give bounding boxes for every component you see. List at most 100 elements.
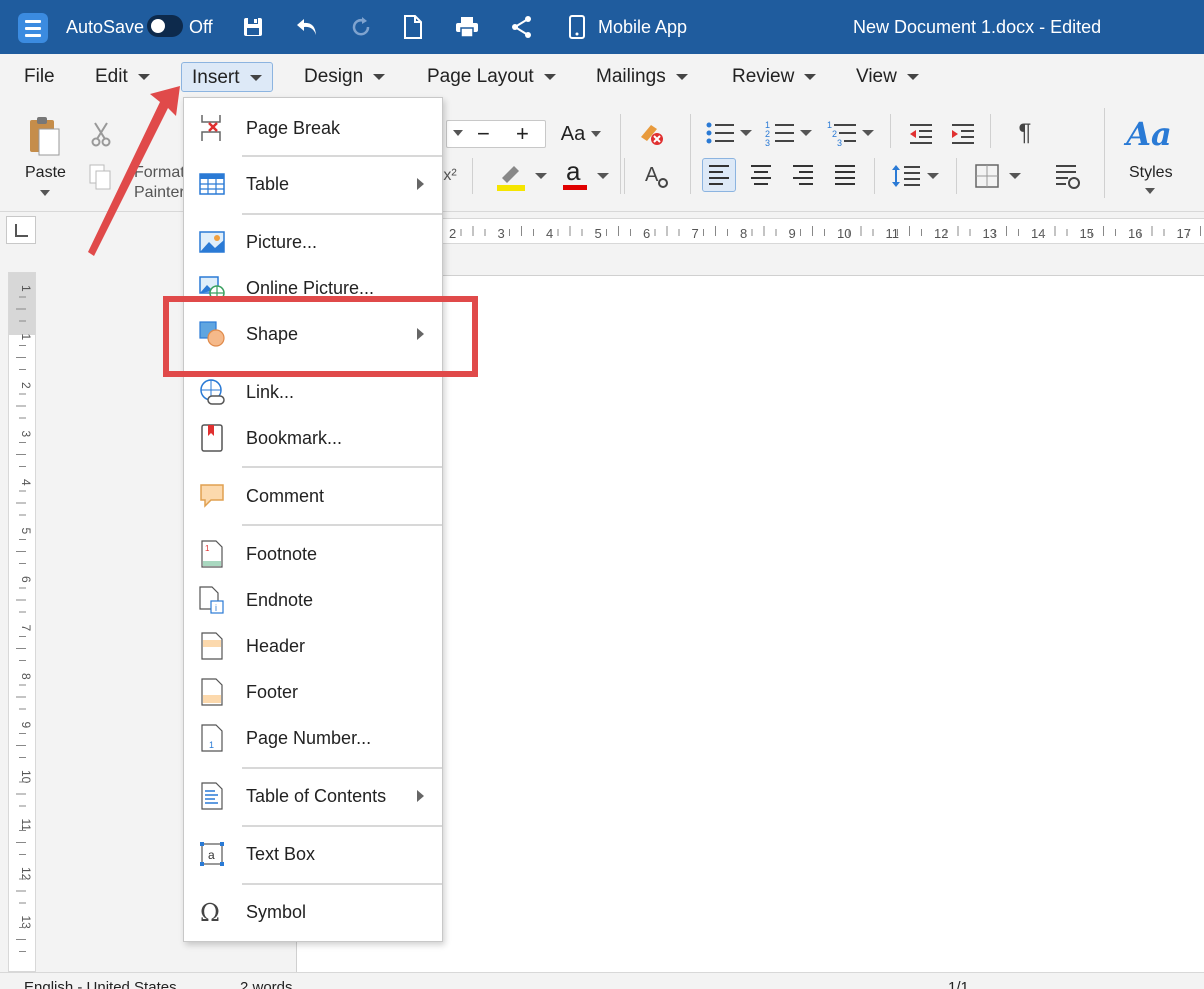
superscript-label: x² [443,167,457,184]
menu-item-bookmark[interactable]: Bookmark... [184,418,442,458]
menu-review-label: Review [732,66,795,87]
menu-item-link[interactable]: Link... [184,372,442,412]
chevron-down-icon [137,73,150,80]
menu-file-label: File [24,66,55,87]
increase-indent-icon[interactable] [948,120,978,148]
align-center-button[interactable] [746,158,776,192]
styles-label[interactable]: Styles [1129,164,1173,182]
menu-view[interactable]: View [846,62,929,92]
ruler-tick-label: 9 [789,226,796,241]
undo-icon[interactable] [294,14,320,40]
align-right-button[interactable] [788,158,818,192]
svg-text:1: 1 [209,740,214,750]
chevron-down-icon[interactable] [1143,186,1157,196]
increase-font-size-button[interactable]: + [516,121,529,147]
font-size-stepper[interactable]: − + [446,120,546,148]
paste-label[interactable]: Paste [25,164,66,182]
multilevel-list-button[interactable]: 123 [826,118,878,148]
new-document-icon[interactable] [400,14,426,40]
menu-item-picture[interactable]: Picture... [184,222,442,262]
link-icon [198,378,226,406]
horizontal-ruler[interactable]: 2 3 4 5 6 7 8 9 10 11 12 13 14 15 16 17 [440,218,1204,244]
menu-item-header[interactable]: Header [184,626,442,666]
mobile-app-icon[interactable] [564,14,590,40]
menu-design-label: Design [304,66,364,87]
change-case-button[interactable]: Aa [556,120,606,148]
menu-item-footnote[interactable]: 1 Footnote [184,534,442,574]
text-box-icon: a [198,840,226,868]
clear-formatting-icon[interactable] [636,118,668,148]
language-indicator[interactable]: English - United States [24,979,177,989]
ruler-tick-label: 2 [19,382,33,389]
ruler-tab-selector[interactable] [6,216,36,244]
ribbon-separator [624,158,625,194]
menu-item-label: Footnote [246,543,318,564]
decrease-indent-icon[interactable] [906,120,936,148]
app-menu-button[interactable] [18,13,48,43]
vertical-ruler[interactable]: 1 1 2 3 4 5 6 7 8 9 10 11 12 13 [8,272,36,972]
page-number-icon: 1 [198,724,226,752]
page-indicator: 1/1 [948,979,969,989]
menu-item-table[interactable]: Table [184,164,442,204]
save-icon[interactable] [240,14,266,40]
ruler-tick-label: 11 [19,819,33,832]
menu-item-page-break[interactable]: Page Break [184,108,442,148]
ruler-tick-label: 1 [19,334,33,341]
justify-button[interactable] [830,158,860,192]
menu-insert[interactable]: Insert [181,62,273,92]
menu-item-label: Text Box [246,843,316,864]
pilcrow-icon[interactable]: ¶ [1010,118,1040,148]
bullet-list-button[interactable] [704,118,756,148]
chevron-down-icon[interactable] [38,188,52,198]
menu-page-layout[interactable]: Page Layout [417,62,566,92]
chevron-down-icon[interactable] [453,130,463,136]
ribbon-separator [874,158,875,194]
ruler-tick-label: 7 [692,226,699,241]
paragraph-settings-icon[interactable] [1052,160,1082,192]
superscript-button[interactable]: x² [440,162,460,190]
character-style-icon[interactable]: A [642,160,672,192]
endnote-icon: i [198,586,226,614]
menu-item-page-number[interactable]: 1 Page Number... [184,718,442,758]
share-icon[interactable] [509,14,535,40]
menu-design[interactable]: Design [294,62,395,92]
menu-item-label: Comment [246,485,325,506]
svg-text:3: 3 [837,138,842,147]
menu-item-footer[interactable]: Footer [184,672,442,712]
menu-mailings-label: Mailings [596,66,666,87]
menu-separator [242,155,442,157]
print-icon[interactable] [454,14,480,40]
borders-button[interactable] [972,160,1026,192]
menu-item-comment[interactable]: Comment [184,476,442,516]
line-spacing-button[interactable] [890,160,944,192]
styles-icon[interactable]: Aa [1126,114,1172,154]
annotation-arrow [88,86,180,256]
word-count[interactable]: 2 words [240,979,293,989]
numbered-list-button[interactable]: 123 [764,118,816,148]
menu-separator [242,825,442,827]
bookmark-icon [198,424,226,452]
menu-file[interactable]: File [14,62,65,92]
font-color-button[interactable]: a [560,156,610,192]
horizontal-ruler-ticks: 2 3 4 5 6 7 8 9 10 11 12 13 14 15 16 17 [449,226,1201,241]
svg-text:Ω: Ω [200,899,220,925]
mobile-app-label[interactable]: Mobile App [598,17,687,37]
menu-item-endnote[interactable]: i Endnote [184,580,442,620]
menu-separator [242,883,442,885]
align-left-button[interactable] [702,158,736,192]
menu-item-symbol[interactable]: Ω Symbol [184,892,442,932]
decrease-font-size-button[interactable]: − [477,121,490,147]
autosave-toggle[interactable] [147,15,183,37]
menu-review[interactable]: Review [722,62,826,92]
insert-menu-dropdown: Page Break Table Picture... Online Pictu… [183,97,443,942]
menu-item-text-box[interactable]: a Text Box [184,834,442,874]
annotation-highlight-box [163,296,478,377]
font-color-swatch [563,185,587,190]
svg-text:A: A [645,164,659,186]
menu-mailings[interactable]: Mailings [586,62,698,92]
ruler-tick-label: 3 [19,431,33,438]
clipboard-icon[interactable] [26,114,62,158]
redo-icon[interactable] [348,14,374,40]
highlight-color-button[interactable] [494,160,552,192]
menu-item-table-of-contents[interactable]: Table of Contents [184,776,442,816]
